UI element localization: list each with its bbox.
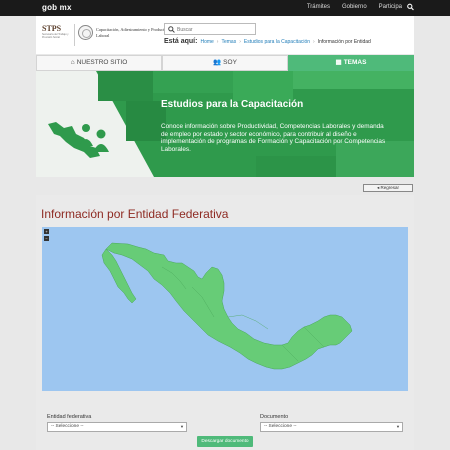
nav-participa[interactable]: Participa <box>379 4 402 10</box>
gob-topbar: gob mx Trámites Gobierno Participa <box>0 0 450 16</box>
back-button[interactable]: ◂ Regresar <box>363 184 413 192</box>
grid-icon: ▦ <box>335 59 342 66</box>
nav-tramites[interactable]: Trámites <box>307 4 330 10</box>
breadcrumb: Está aquí: Home › Temas › Estudios para … <box>164 38 371 45</box>
entidad-select[interactable]: -- Seleccione -- ▼ <box>47 422 187 432</box>
hero-banner: Estudios para la Capacitación Conoce inf… <box>36 71 414 177</box>
search-icon[interactable] <box>407 3 414 11</box>
mexico-map[interactable]: + − <box>42 227 408 391</box>
mexico-states-map[interactable] <box>42 227 408 391</box>
breadcrumb-home[interactable]: Home <box>200 39 213 45</box>
search-icon <box>168 26 175 33</box>
tab-nuestro-sitio[interactable]: ⌂ NUESTRO SITIO <box>36 55 162 71</box>
banner-description: Conoce información sobre Productividad, … <box>161 123 386 153</box>
breadcrumb-label: Está aquí: <box>164 38 198 45</box>
download-button[interactable]: Descargar documento <box>197 436 253 447</box>
national-seal-icon <box>78 25 93 40</box>
site-header: STPS Secretaría del Trabajo y Previsión … <box>36 16 414 54</box>
search-input[interactable] <box>177 25 253 34</box>
zoom-in-button[interactable]: + <box>44 229 49 234</box>
entidad-label: Entidad federativa <box>47 414 92 420</box>
breadcrumb-separator: › <box>216 39 219 45</box>
banner-title: Estudios para la Capacitación <box>161 99 304 110</box>
documento-select-value: -- Seleccione -- <box>264 424 297 429</box>
breadcrumb-estudios[interactable]: Estudios para la Capacitación <box>244 39 310 45</box>
chevron-down-icon: ▼ <box>396 424 400 429</box>
gobmx-logo[interactable]: gob mx <box>42 3 72 12</box>
top-nav: Trámites Gobierno Participa <box>307 4 402 10</box>
breadcrumb-temas[interactable]: Temas <box>221 39 236 45</box>
zoom-out-button[interactable]: − <box>44 236 49 241</box>
breadcrumb-separator: › <box>313 39 315 45</box>
nav-gobierno[interactable]: Gobierno <box>342 4 367 10</box>
mexico-people-illustration <box>48 122 109 158</box>
home-icon: ⌂ <box>70 59 75 66</box>
documento-select[interactable]: -- Seleccione -- ▼ <box>260 422 403 432</box>
stps-logo[interactable]: STPS Secretaría del Trabajo y Previsión … <box>42 24 70 39</box>
page-title: Información por Entidad Federativa <box>41 207 229 221</box>
search-box[interactable] <box>164 23 256 35</box>
tab-temas[interactable]: ▦ TEMAS <box>288 55 414 71</box>
chevron-down-icon: ▼ <box>180 424 184 429</box>
section-tabs: ⌂ NUESTRO SITIO 👥 SOY ▦ TEMAS <box>36 55 414 71</box>
header-divider <box>74 24 75 46</box>
users-icon: 👥 <box>213 59 222 66</box>
breadcrumb-current: Información por Entidad <box>317 39 371 45</box>
breadcrumb-separator: › <box>239 39 241 45</box>
documento-label: Documento <box>260 414 289 420</box>
tab-soy[interactable]: 👥 SOY <box>162 55 288 71</box>
entidad-select-value: -- Seleccione -- <box>51 424 84 429</box>
